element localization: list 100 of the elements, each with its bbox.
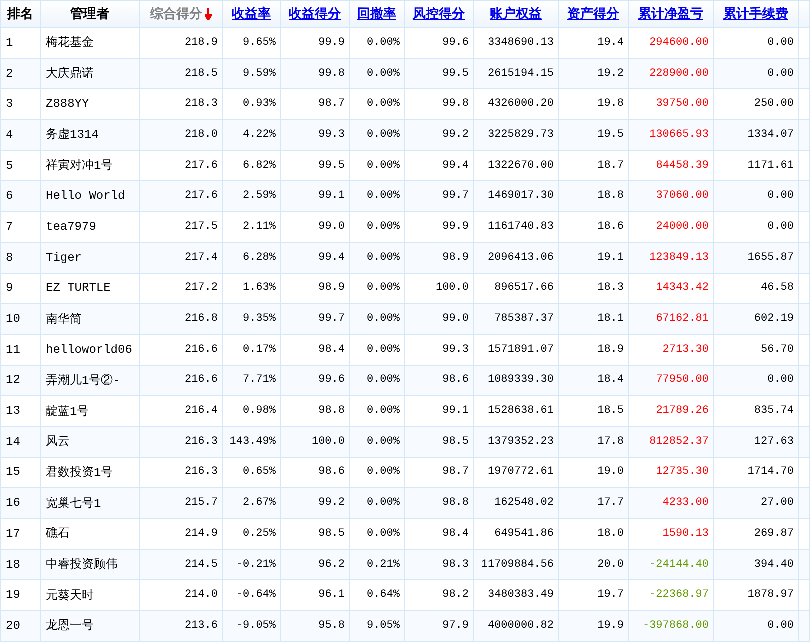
table-cell: 4: [6, 128, 14, 142]
table-cell: 18.4: [598, 374, 624, 386]
table-cell: 6.28%: [242, 252, 276, 264]
table-cell: 2.11%: [242, 220, 276, 233]
table-cell: 君数投资1号: [46, 466, 114, 480]
table-cell: tea7979: [46, 220, 96, 234]
table-cell: 214.0: [184, 589, 218, 602]
table-cell: 213.6: [184, 620, 218, 632]
table-cell: 10: [6, 312, 20, 326]
table-cell: 99.4: [442, 160, 469, 172]
table-cell: 99.7: [442, 190, 469, 202]
table-cell: 0.21%: [366, 558, 400, 571]
table-cell: 217.5: [184, 220, 218, 233]
table-cell: 9.59%: [242, 68, 276, 80]
table-cell: 元葵天时: [46, 588, 94, 603]
table-cell: 1878.97: [748, 589, 794, 602]
table-cell: 9: [6, 281, 14, 296]
table-cell: 214.9: [184, 528, 218, 540]
table-cell: 宽巢七号1: [46, 496, 102, 511]
column-header: 排名: [8, 7, 34, 22]
table-cell: 99.0: [442, 313, 469, 326]
table-cell: 98.5: [318, 528, 345, 540]
table-cell: 143.49%: [230, 436, 276, 448]
table-cell: 99.2: [318, 497, 345, 510]
table-cell: 18.0: [598, 528, 624, 540]
table-cell: 98.9: [442, 252, 469, 264]
table-cell: 龙恩一号: [46, 619, 94, 634]
table-cell: 4.22%: [242, 128, 276, 141]
table-cell: helloworld06: [46, 342, 132, 357]
table-cell: 294600.00: [650, 36, 709, 49]
table-cell: -22368.97: [650, 589, 709, 602]
table-cell: 18.7: [598, 160, 624, 172]
table-cell: 1161740.83: [488, 220, 554, 233]
table-cell: 0.00: [768, 36, 794, 49]
table-cell: 98.7: [318, 98, 345, 110]
table-cell: 12735.30: [656, 466, 709, 478]
table-cell: 0.00%: [366, 344, 400, 356]
table-cell: 18.3: [598, 282, 624, 294]
table-cell: 97.9: [442, 620, 469, 632]
table-cell: 1.63%: [242, 282, 276, 294]
table-cell: 0.00%: [366, 68, 400, 80]
table-cell: -397868.00: [642, 620, 709, 632]
table-cell: 217.4: [184, 252, 218, 264]
table-cell: -9.05%: [236, 620, 276, 632]
table-cell: 20: [6, 618, 20, 633]
table-cell: 0.25%: [242, 528, 276, 540]
table-cell: 0.00: [768, 374, 794, 386]
table-cell: 0.00%: [366, 282, 400, 294]
table-cell: 602.19: [754, 313, 794, 326]
table-cell: Tiger: [46, 250, 82, 265]
table-cell: 0.00%: [366, 252, 400, 264]
table-cell: 18.1: [598, 313, 624, 326]
table-cell: 1089339.30: [488, 374, 554, 386]
table-cell: 弄潮儿1号②-: [46, 374, 120, 388]
table-cell: 216.8: [184, 313, 218, 326]
table-cell: 21789.26: [656, 405, 709, 418]
table-cell: 216.6: [184, 344, 218, 356]
table-cell: 11: [6, 342, 20, 357]
table-cell: 0.64%: [366, 589, 400, 602]
table-cell: 19.9: [598, 620, 624, 632]
table-cell: 27.00: [760, 497, 794, 510]
table-cell: 218.9: [184, 36, 218, 49]
table-cell: 16: [6, 496, 20, 510]
table-cell: 217.6: [184, 160, 218, 172]
table-cell: 99.8: [318, 68, 345, 80]
table-cell: 18: [6, 558, 20, 572]
table-cell: 14: [6, 434, 20, 449]
table-cell: 98.4: [318, 344, 345, 356]
table-cell: 7: [6, 220, 14, 234]
table-cell: 19: [6, 588, 20, 602]
table-cell: 56.70: [760, 344, 794, 356]
table-cell: 20.0: [598, 558, 624, 571]
table-cell: 中睿投资顾伟: [46, 558, 118, 572]
table-cell: 5: [6, 158, 14, 173]
table-cell: 19.0: [598, 466, 624, 478]
table-cell: 98.6: [442, 374, 469, 386]
table-cell: 99.6: [318, 374, 345, 386]
table-cell: 7.71%: [242, 374, 276, 386]
table-cell: 19.2: [598, 68, 624, 80]
table-cell: 靛蓝1号: [46, 404, 90, 419]
table-cell: 250.00: [754, 98, 794, 110]
table-cell: 98.7: [442, 466, 469, 478]
table-cell: 835.74: [754, 405, 794, 418]
table-cell: 18.8: [598, 190, 624, 202]
table-cell: 0.00%: [366, 36, 400, 49]
table-cell: 99.9: [442, 220, 469, 233]
table-cell: 1590.13: [662, 528, 709, 540]
table-cell: 99.7: [318, 313, 345, 326]
table-cell: 18.6: [598, 220, 624, 233]
table-cell: 394.40: [754, 558, 794, 571]
table-cell: 18.9: [598, 344, 624, 356]
table-cell: 0.00: [768, 68, 794, 80]
table-cell: 2.59%: [242, 190, 276, 202]
table-cell: 98.9: [318, 282, 345, 294]
table-cell: 2615194.15: [488, 68, 554, 80]
table-cell: 1714.70: [748, 466, 794, 478]
table-cell: 0.00%: [366, 436, 400, 448]
table-cell: Z888YY: [46, 97, 90, 112]
table-cell: 2.67%: [242, 497, 276, 510]
table-cell: 1334.07: [748, 128, 794, 141]
